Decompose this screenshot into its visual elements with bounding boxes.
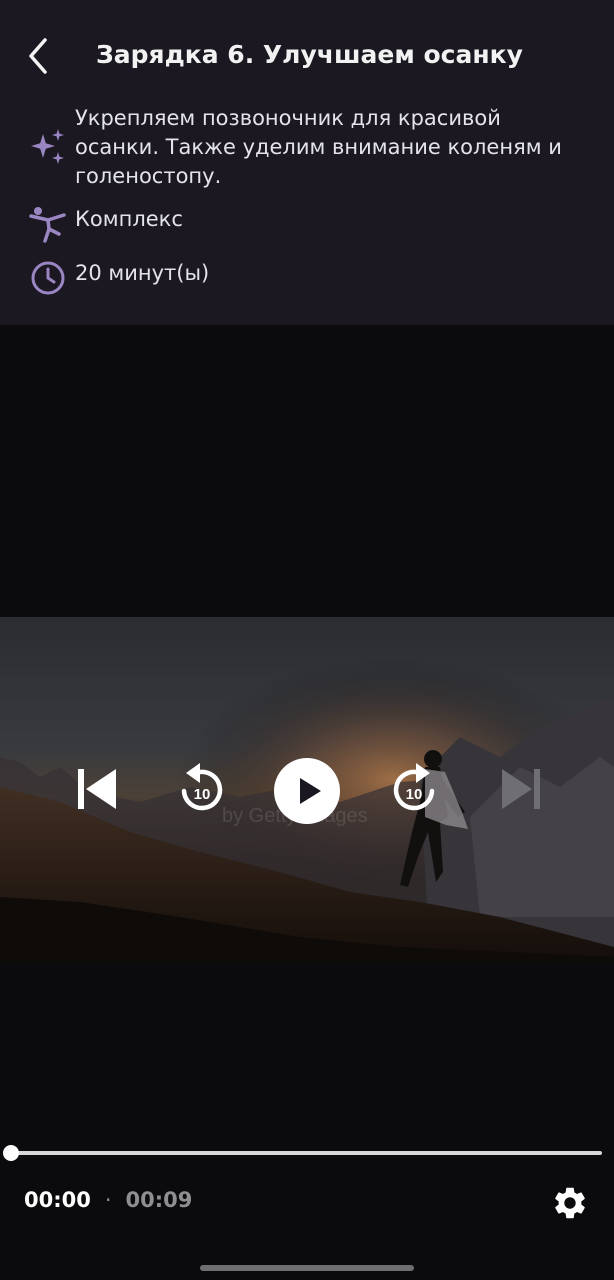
rewind-10-button[interactable]: 10 — [174, 758, 230, 818]
progress-thumb[interactable] — [3, 1145, 19, 1161]
sparkles-icon — [28, 128, 68, 168]
svg-text:10: 10 — [194, 786, 211, 803]
skip-next-icon — [502, 769, 540, 809]
play-icon — [274, 758, 340, 824]
replay-10-icon: 10 — [181, 763, 223, 811]
clock-icon — [28, 258, 68, 298]
skip-previous-icon — [78, 769, 116, 809]
previous-button[interactable] — [70, 765, 122, 813]
video-player-screen: Зарядка 6. Улучшаем осанку Укрепляем поз… — [0, 0, 614, 1280]
time-display: 00:00 · 00:09 — [24, 1188, 192, 1212]
chevron-left-icon — [29, 38, 47, 74]
current-time: 00:00 — [24, 1188, 91, 1212]
gear-icon — [555, 1187, 585, 1219]
svg-text:10: 10 — [406, 786, 423, 803]
exercise-duration: 20 минут(ы) — [75, 261, 210, 285]
page-title: Зарядка 6. Улучшаем осанку — [96, 40, 523, 69]
exercise-info-panel: Зарядка 6. Улучшаем осанку Укрепляем поз… — [0, 0, 614, 325]
home-indicator[interactable] — [200, 1265, 414, 1271]
progress-bar[interactable] — [12, 1151, 602, 1155]
video-area[interactable]: by Getty Images 10 10 — [0, 325, 614, 1155]
forward-10-icon: 10 — [393, 763, 435, 811]
exercise-description: Укрепляем позвоночник для красивой осанк… — [75, 106, 562, 188]
time-separator: · — [104, 1188, 112, 1212]
total-time: 00:09 — [125, 1188, 193, 1212]
play-button[interactable] — [273, 757, 341, 825]
next-button[interactable] — [494, 765, 546, 813]
forward-10-button[interactable]: 10 — [386, 758, 442, 818]
settings-button[interactable] — [549, 1182, 591, 1224]
exercise-category: Комплекс — [75, 207, 183, 231]
video-frame[interactable]: by Getty Images 10 10 — [0, 617, 614, 962]
exercise-figure-icon — [28, 204, 68, 244]
back-button[interactable] — [18, 34, 58, 78]
